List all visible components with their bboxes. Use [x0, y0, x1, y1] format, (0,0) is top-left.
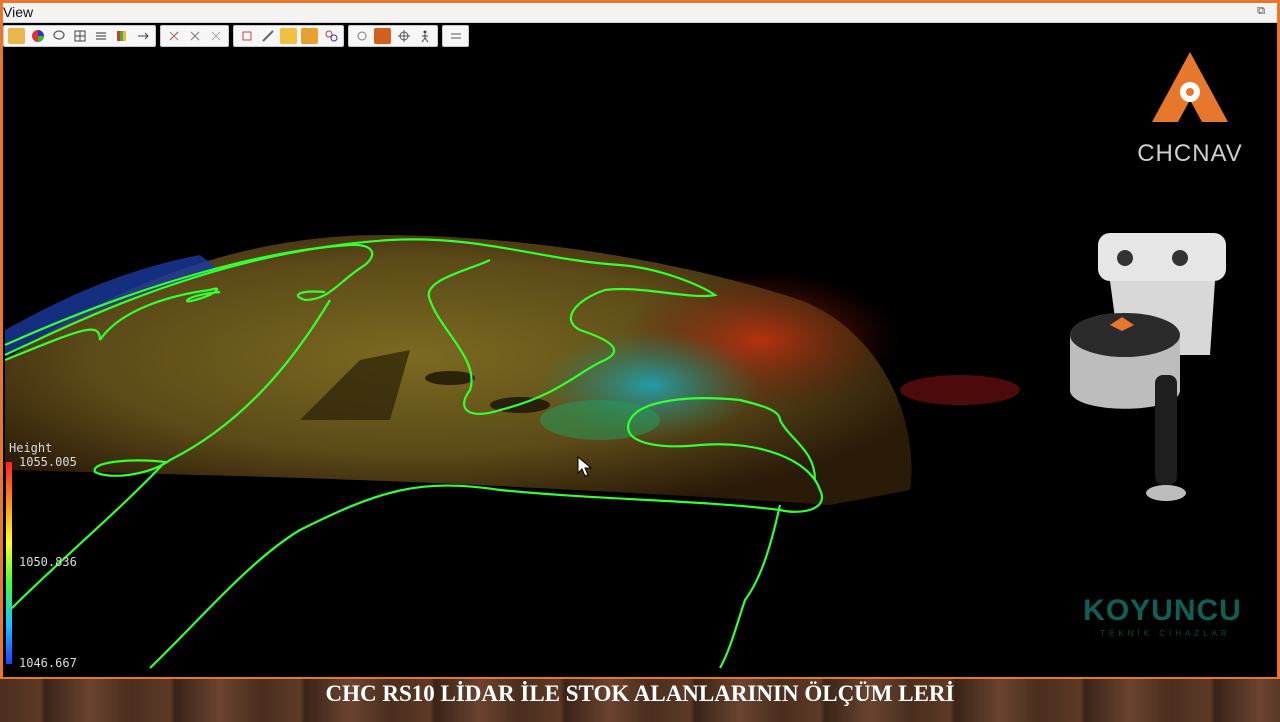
cube-icon[interactable] [374, 28, 391, 44]
link-icon[interactable] [280, 28, 297, 44]
koyuncu-subtitle: TEKNİK CİHAZLAR [1100, 629, 1231, 638]
target-icon[interactable] [395, 28, 412, 44]
arrows-icon[interactable] [134, 28, 151, 44]
grid-icon[interactable] [71, 28, 88, 44]
legend-mid-value: 1050.836 [19, 555, 77, 569]
terrain-surface [5, 235, 1020, 505]
legend-max-value: 1055.005 [19, 455, 77, 469]
toolbar-group-view [3, 25, 156, 47]
toolbar-group-settings [442, 25, 469, 47]
legend-min-value: 1046.667 [19, 656, 77, 670]
restore-window-button[interactable]: ⧉ [1255, 5, 1267, 17]
legend-label: Height [9, 441, 53, 455]
title-bar: View ⧉ [3, 3, 1277, 23]
rotate-icon[interactable] [353, 28, 370, 44]
height-color-ramp [6, 462, 12, 664]
palette-icon[interactable] [113, 28, 130, 44]
toolbar-group-navigate [348, 25, 438, 47]
color-wheel-icon[interactable] [29, 28, 46, 44]
select-icon[interactable] [165, 28, 182, 44]
walk-icon[interactable] [416, 28, 433, 44]
chart-icon[interactable] [8, 28, 25, 44]
layers-icon[interactable] [301, 28, 318, 44]
ruler-icon[interactable] [259, 28, 276, 44]
toolbar-group-edit [160, 25, 229, 47]
filter-icon[interactable] [322, 28, 339, 44]
lidar-scanner-icon [1070, 233, 1226, 501]
banner-title: CHC RS10 LİDAR İLE STOK ALANLARININ ÖLÇÜ… [325, 681, 955, 706]
koyuncu-brand: KOYUNCU [1083, 594, 1242, 627]
window-title: View [3, 4, 34, 20]
toolbar-group-measure [233, 25, 344, 47]
lasso-icon[interactable] [50, 28, 67, 44]
chcnav-brand: CHCNAV [1137, 140, 1243, 167]
cut-icon[interactable] [186, 28, 203, 44]
mouse-cursor-icon [577, 456, 593, 477]
box-icon[interactable] [238, 28, 255, 44]
settings-icon[interactable] [447, 28, 464, 44]
toolbar [3, 24, 1277, 48]
crop-icon[interactable] [207, 28, 224, 44]
list-icon[interactable] [92, 28, 109, 44]
